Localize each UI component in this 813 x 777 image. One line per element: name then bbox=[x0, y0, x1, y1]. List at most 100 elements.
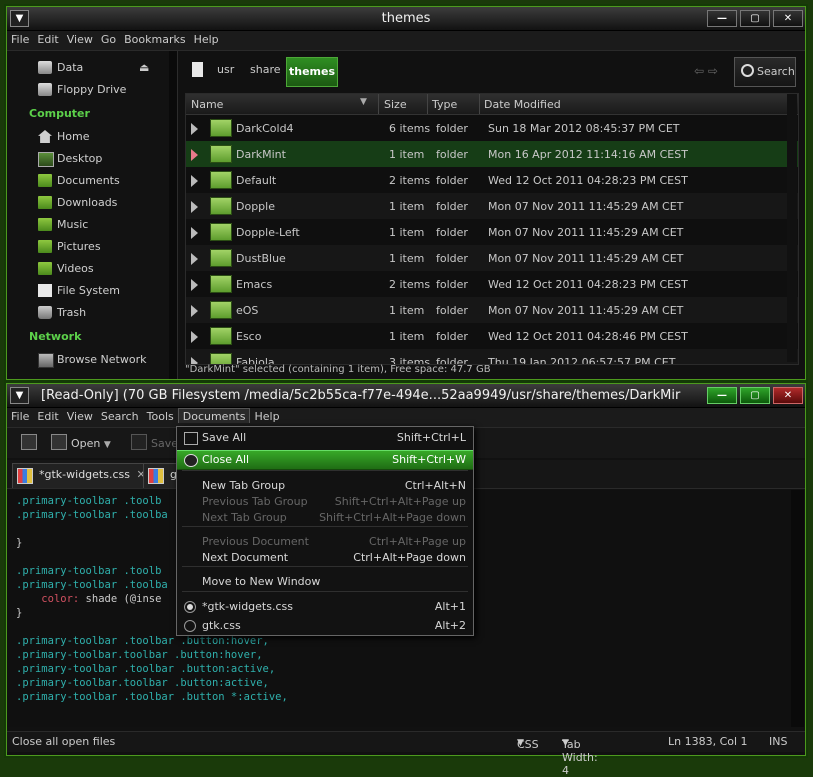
new-document-button[interactable] bbox=[21, 434, 41, 450]
file-row[interactable]: Emacs 2 items folder Wed 12 Oct 2011 04:28:… bbox=[186, 271, 798, 297]
menu-file[interactable]: File bbox=[7, 31, 33, 46]
file-row[interactable]: eOS 1 item folder Mon 07 Nov 2011 11:45:29 … bbox=[186, 297, 798, 323]
editor-menubar: File Edit View Search Tools Documents Help bbox=[7, 408, 805, 428]
status-bar: "DarkMint" selected (containing 1 item),… bbox=[185, 364, 491, 375]
maximize-button[interactable]: ▢ bbox=[740, 387, 770, 404]
menu-view[interactable]: View bbox=[63, 31, 97, 46]
file-icon[interactable] bbox=[192, 62, 203, 77]
sidebar-item-home[interactable]: Home bbox=[7, 126, 177, 148]
file-row[interactable]: Dopple-Left 1 item folder Mon 07 Nov 2011 1… bbox=[186, 219, 798, 245]
window-menu-button[interactable]: ▼ bbox=[10, 387, 29, 404]
path-crumb-themes[interactable]: themes bbox=[286, 57, 339, 87]
sidebar-item-browse-network[interactable]: Browse Network bbox=[7, 349, 177, 371]
column-date[interactable]: Date Modified bbox=[484, 98, 561, 111]
file-name: Default bbox=[236, 174, 277, 187]
path-crumb-share[interactable]: share bbox=[250, 63, 281, 76]
file-list-scrollbar[interactable] bbox=[787, 94, 797, 362]
file-type: folder bbox=[436, 122, 468, 135]
menu-item-move-to-new-window[interactable]: Move to New Window bbox=[177, 573, 473, 591]
menu-search[interactable]: Search bbox=[97, 408, 143, 423]
sidebar-item-music[interactable]: Music bbox=[7, 214, 177, 236]
file-row[interactable]: Default 2 items folder Wed 12 Oct 2011 04:2… bbox=[186, 167, 798, 193]
menu-item-gtk-css[interactable]: gtk.css Alt+2 bbox=[177, 617, 473, 635]
eject-icon[interactable]: ⏏ bbox=[139, 57, 149, 79]
menu-edit[interactable]: Edit bbox=[33, 408, 62, 423]
tab-gtk-widgets[interactable]: *gtk-widgets.css ✕ bbox=[12, 463, 155, 488]
close-button[interactable]: ✕ bbox=[773, 10, 803, 27]
menu-view[interactable]: View bbox=[63, 408, 97, 423]
forward-icon[interactable]: ⇨ bbox=[708, 64, 718, 78]
file-row[interactable]: DustBlue 1 item folder Mon 07 Nov 2011 11:4… bbox=[186, 245, 798, 271]
home-icon bbox=[38, 130, 52, 143]
status-message: Close all open files bbox=[12, 735, 116, 748]
close-button[interactable]: ✕ bbox=[773, 387, 803, 404]
sidebar-item-downloads[interactable]: Downloads bbox=[7, 192, 177, 214]
path-crumb-usr[interactable]: usr bbox=[217, 63, 234, 76]
sort-chevron-icon: ▼ bbox=[360, 97, 367, 107]
code-line: .primary-toolbar .toolb bbox=[16, 565, 162, 577]
expander-icon[interactable] bbox=[191, 227, 198, 239]
save-button[interactable]: Save bbox=[131, 434, 178, 450]
minimize-button[interactable]: — bbox=[707, 10, 737, 27]
file-row[interactable]: DarkCold4 6 items folder Sun 18 Mar 2012 08… bbox=[186, 115, 798, 141]
column-size[interactable]: Size bbox=[384, 98, 407, 111]
sidebar-item-documents[interactable]: Documents bbox=[7, 170, 177, 192]
cursor-position: Ln 1383, Col 1 bbox=[668, 735, 748, 748]
expander-icon[interactable] bbox=[191, 123, 198, 135]
code-line: .primary-toolbar .toolbar .button:active… bbox=[16, 663, 276, 675]
sidebar-scrollbar[interactable] bbox=[169, 51, 177, 379]
expander-icon[interactable] bbox=[191, 149, 198, 161]
folder-icon bbox=[38, 240, 52, 253]
file-row[interactable]: Esco 1 item folder Wed 12 Oct 2011 04:28:46… bbox=[186, 323, 798, 349]
sidebar-item-videos[interactable]: Videos bbox=[7, 258, 177, 280]
search-button[interactable]: Search bbox=[734, 57, 796, 87]
file-name: DustBlue bbox=[236, 252, 286, 265]
editor-titlebar[interactable]: ▼ [Read-Only] (70 GB Filesystem /media/5… bbox=[7, 384, 805, 408]
file-row[interactable]: Dopple 1 item folder Mon 07 Nov 2011 11:45:… bbox=[186, 193, 798, 219]
folder-icon bbox=[210, 327, 232, 345]
menu-item-save-all[interactable]: Save All Shift+Ctrl+L bbox=[177, 429, 473, 447]
sidebar-item-filesystem[interactable]: File System bbox=[7, 280, 177, 302]
sidebar-item-trash[interactable]: Trash bbox=[7, 302, 177, 324]
file-row[interactable]: DarkMint 1 item folder Mon 16 Apr 2012 11:1… bbox=[186, 141, 798, 167]
menu-documents[interactable]: Documents bbox=[177, 408, 251, 423]
expander-icon[interactable] bbox=[191, 175, 198, 187]
sidebar-item-data[interactable]: Data ⏏ bbox=[7, 57, 177, 79]
file-row[interactable]: Fabiola 3 items folder Thu 19 Jan 2012 06:5… bbox=[186, 349, 798, 364]
sidebar-item-pictures[interactable]: Pictures bbox=[7, 236, 177, 258]
menu-bookmarks[interactable]: Bookmarks bbox=[120, 31, 189, 46]
menu-item-next-tab-group[interactable]: Next Tab Group Shift+Ctrl+Alt+Page down bbox=[177, 509, 473, 527]
expander-icon[interactable] bbox=[191, 279, 198, 291]
drive-icon bbox=[38, 61, 52, 74]
open-button[interactable]: Open ▼ bbox=[51, 434, 111, 450]
minimize-button[interactable]: — bbox=[707, 387, 737, 404]
menu-edit[interactable]: Edit bbox=[33, 31, 62, 46]
sidebar-heading-computer: Computer bbox=[29, 107, 90, 120]
expander-icon[interactable] bbox=[191, 305, 198, 317]
editor-scrollbar[interactable] bbox=[791, 490, 804, 727]
column-name[interactable]: Name bbox=[191, 98, 223, 111]
menu-tools[interactable]: Tools bbox=[143, 408, 178, 423]
menu-go[interactable]: Go bbox=[97, 31, 120, 46]
menu-item-gtk-widgets-css[interactable]: *gtk-widgets.css Alt+1 bbox=[177, 598, 473, 616]
css-file-icon bbox=[17, 468, 33, 484]
menu-item-close-all[interactable]: Close All Shift+Ctrl+W bbox=[177, 450, 473, 470]
search-icon bbox=[741, 64, 754, 77]
sidebar-item-floppy[interactable]: Floppy Drive bbox=[7, 79, 177, 101]
window-title: themes bbox=[381, 11, 431, 26]
code-line: .primary-toolbar.toolbar .button:active, bbox=[16, 677, 269, 689]
chevron-down-icon[interactable]: ▼ bbox=[104, 440, 111, 450]
menu-file[interactable]: File bbox=[7, 408, 33, 423]
file-manager-titlebar[interactable]: ▼ themes — ▢ ✕ bbox=[7, 7, 805, 31]
back-icon[interactable]: ⇦ bbox=[694, 64, 704, 78]
sidebar-item-desktop[interactable]: Desktop bbox=[7, 148, 177, 170]
expander-icon[interactable] bbox=[191, 331, 198, 343]
menu-help[interactable]: Help bbox=[190, 31, 223, 46]
expander-icon[interactable] bbox=[191, 253, 198, 265]
expander-icon[interactable] bbox=[191, 201, 198, 213]
column-type[interactable]: Type bbox=[432, 98, 457, 111]
file-size: 1 item bbox=[389, 330, 425, 343]
maximize-button[interactable]: ▢ bbox=[740, 10, 770, 27]
menu-help[interactable]: Help bbox=[250, 408, 283, 423]
menu-item-next-document[interactable]: Next Document Ctrl+Alt+Page down bbox=[177, 549, 473, 567]
